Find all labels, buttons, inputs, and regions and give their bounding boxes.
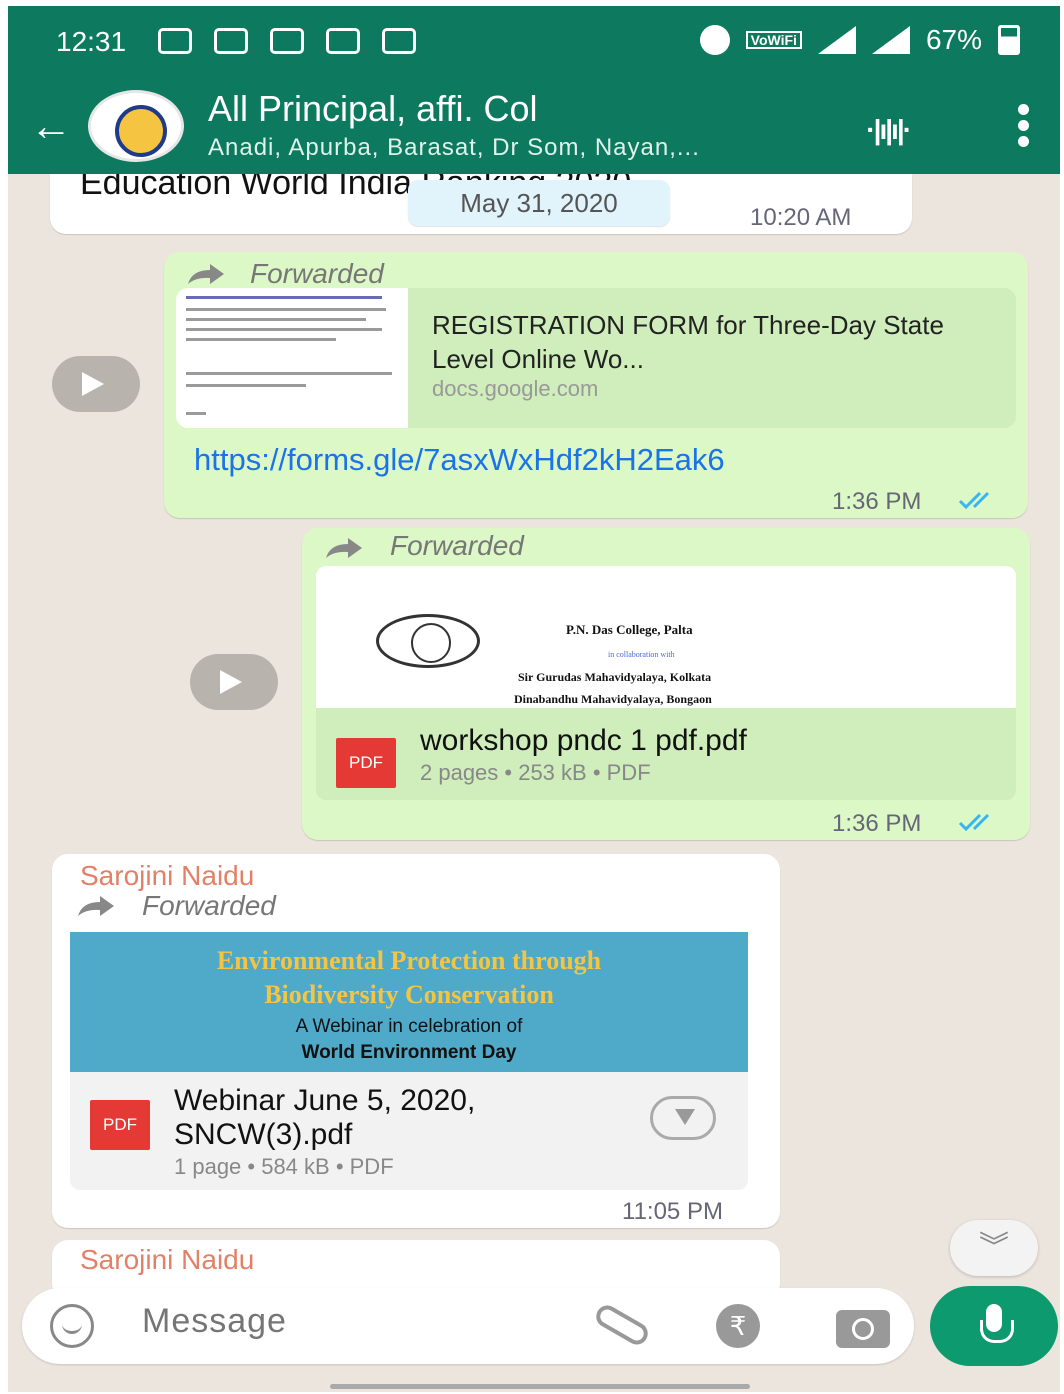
college-seal-image (376, 614, 480, 668)
mic-button[interactable] (930, 1286, 1058, 1366)
pdf-preview-line: P.N. Das College, Palta (566, 622, 693, 637)
forwarded-icon (326, 538, 362, 558)
pdf-preview-line: in collaboration with (608, 650, 675, 659)
sender-name[interactable]: Sarojini Naidu (80, 860, 254, 892)
forward-share-button[interactable] (52, 356, 140, 412)
date-chip: May 31, 2020 (408, 180, 670, 226)
gesture-nav-pill[interactable] (330, 1384, 750, 1389)
forward-share-button[interactable] (190, 654, 278, 710)
link-domain: docs.google.com (432, 376, 599, 401)
message-link[interactable]: https://forms.gle/7asxWxHdf2kH2Eak6 (194, 442, 725, 478)
gallery-icon (382, 28, 416, 54)
system-icons: VoWiFi 67% (699, 24, 1020, 56)
calendar-icon (270, 28, 304, 54)
camera-icon[interactable] (836, 1310, 890, 1348)
file-attachment[interactable]: PDF workshop pndc 1 pdf.pdf 2 pages • 25… (316, 708, 1016, 800)
forwarded-label: Forwarded (250, 258, 384, 289)
webinar-banner-image[interactable]: Environmental Protection through Biodive… (70, 932, 748, 1072)
chat-title[interactable]: All Principal, affi. Col (208, 88, 537, 130)
banner-text: World Environment Day (301, 1042, 517, 1063)
message-time: 10:20 AM (750, 204, 852, 231)
signal-icon (871, 26, 910, 54)
message-bubble-link[interactable]: Forwarded REGISTRATION FORM for Three-Da… (164, 252, 1028, 518)
back-arrow-icon[interactable]: ← (30, 105, 72, 147)
chat-header: ← All Principal, affi. Col Anadi, Apurba… (8, 76, 1060, 174)
whatsapp-screen: 12:31 VoWiFi 67% ← All Principal, affi. … (8, 6, 1060, 1392)
pdf-preview[interactable]: P.N. Das College, Palta in collaboration… (316, 566, 1016, 708)
pdf-preview-line: Dinabandhu Mahavidyalaya, Bongaon (514, 692, 712, 706)
message-bubble-webinar[interactable]: Sarojini Naidu Forwarded Environmental P… (52, 854, 780, 1228)
pdf-file-icon: PDF (90, 1100, 150, 1150)
pdf-preview-line: Sir Gurudas Mahavidyalaya, Kolkata (518, 670, 712, 684)
download-icon[interactable] (650, 1096, 716, 1140)
waveform-icon[interactable]: ·|ı|ı|· (866, 114, 912, 146)
battery-percent: 67% (925, 24, 982, 55)
chat-participants[interactable]: Anadi, Apurba, Barasat, Dr Som, Nayan,..… (208, 134, 700, 162)
file-meta: 1 page • 584 kB • PDF (174, 1154, 394, 1179)
notification-icons (158, 28, 416, 54)
wifi-icon (817, 26, 856, 54)
group-avatar[interactable] (88, 90, 184, 162)
battery-icon (998, 25, 1020, 55)
banner-text: Biodiversity Conservation (264, 980, 554, 1009)
link-thumbnail (176, 288, 408, 428)
read-ticks-icon (958, 491, 990, 510)
forwarded-label: Forwarded (142, 890, 276, 921)
sender-name[interactable]: Sarojini Naidu (80, 1244, 254, 1276)
status-bar: 12:31 VoWiFi 67% (8, 6, 1060, 76)
message-time: 1:36 PM (832, 810, 922, 837)
pdf-file-icon: PDF (336, 738, 396, 788)
message-time: 11:05 PM (622, 1198, 723, 1225)
gmail-icon (214, 28, 248, 54)
link-preview-card[interactable]: REGISTRATION FORM for Three-Day State Le… (176, 288, 1016, 428)
file-meta: 2 pages • 253 kB • PDF (420, 760, 651, 785)
link-title: REGISTRATION FORM for Three-Day State Le… (432, 310, 944, 374)
facebook-icon (158, 28, 192, 54)
file-attachment[interactable]: PDF Webinar June 5, 2020, SNCW(3).pdf 1 … (70, 1072, 748, 1190)
file-name: workshop pndc 1 pdf.pdf (420, 724, 747, 757)
forwarded-label: Forwarded (390, 530, 524, 561)
scroll-down-button[interactable]: ︾ (950, 1220, 1038, 1276)
more-vert-icon[interactable] (1018, 104, 1030, 152)
attach-icon[interactable] (592, 1301, 652, 1349)
forwarded-icon (78, 896, 114, 916)
banner-text: Environmental Protection through (216, 946, 602, 975)
banner-text: A Webinar in celebration of (295, 1016, 523, 1037)
message-time: 1:36 PM (832, 488, 922, 515)
vowifi-icon: VoWiFi (745, 31, 802, 49)
message-bubble-pdf[interactable]: Forwarded P.N. Das College, Palta in col… (302, 528, 1030, 840)
forwarded-icon (188, 264, 224, 284)
file-name: Webinar June 5, 2020, SNCW(3).pdf (174, 1084, 476, 1151)
emoji-icon[interactable] (50, 1304, 94, 1348)
gmail-icon (326, 28, 360, 54)
alarm-icon (699, 25, 730, 55)
payment-icon[interactable]: ₹ (716, 1304, 760, 1348)
read-ticks-icon (958, 813, 990, 832)
message-input-bar: ₹ (22, 1288, 914, 1364)
status-time: 12:31 (56, 26, 127, 57)
message-input[interactable] (142, 1302, 562, 1341)
